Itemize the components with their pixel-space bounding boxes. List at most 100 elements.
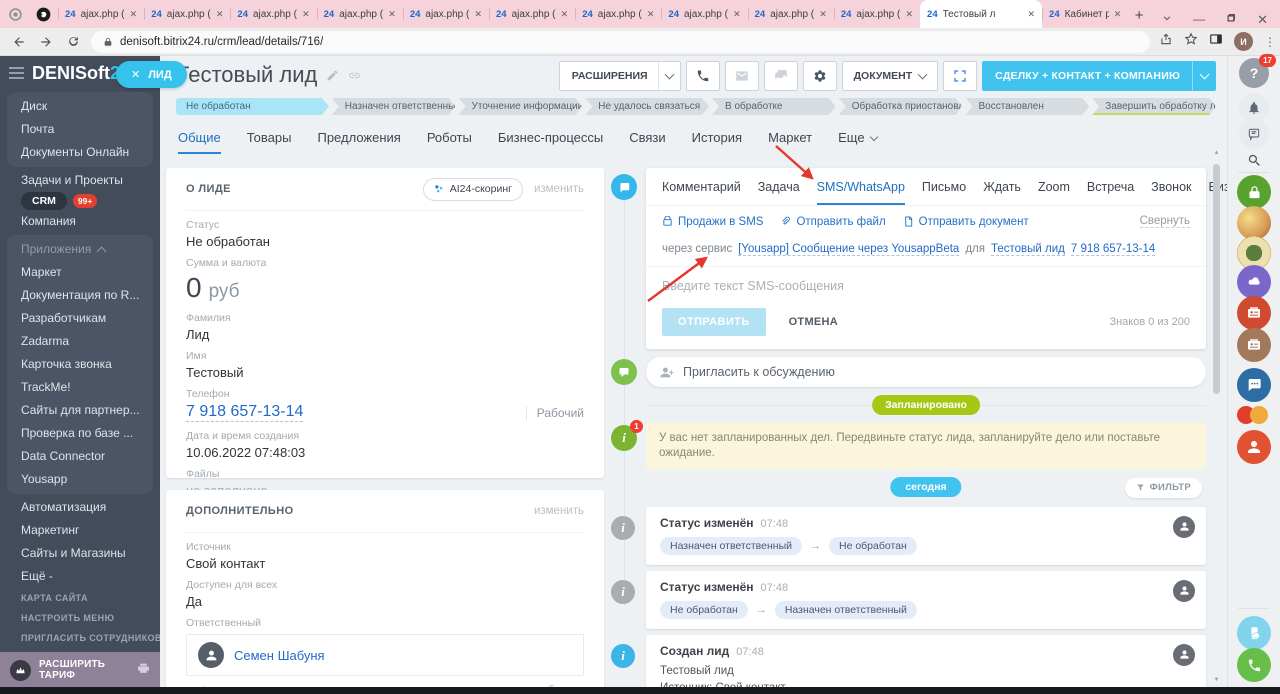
lead-tab[interactable]: Общие [178, 130, 221, 154]
email-button[interactable] [725, 61, 759, 91]
tab-close-icon[interactable]: ✕ [905, 9, 913, 20]
team-avatar[interactable] [1237, 206, 1271, 240]
address-bar[interactable]: denisoft.bitrix24.ru/crm/lead/details/71… [91, 31, 1150, 53]
sidebar-item[interactable]: Документы Онлайн [7, 141, 153, 164]
lead-tab[interactable]: Бизнес-процессы [498, 130, 603, 154]
chat-button[interactable] [764, 61, 798, 91]
entry-author-avatar[interactable] [1173, 516, 1195, 538]
browser-tab[interactable]: 24 ajax.php (53 ✕ [834, 0, 920, 28]
printer-icon[interactable] [137, 662, 150, 678]
window-maximize-button[interactable] [1226, 10, 1236, 28]
menu-burger-icon[interactable] [9, 72, 24, 74]
crm-red-app-icon[interactable] [1237, 296, 1271, 330]
tab-close-icon[interactable]: ✕ [474, 9, 482, 20]
activity-tab[interactable]: Zoom [1038, 168, 1070, 205]
today-badge[interactable]: сегодня [890, 477, 961, 497]
browser-tab[interactable]: 24 ajax.php (61 ✕ [58, 0, 144, 28]
sidebar-item[interactable]: Ещё - [0, 565, 160, 588]
ai-scoring-button[interactable]: AI24-скоринг [423, 178, 523, 201]
create-deal-contact-company-button[interactable]: СДЕЛКУ + КОНТАКТ + КОМПАНИЮ [982, 61, 1216, 91]
tab-close-icon[interactable]: ✕ [130, 9, 138, 20]
sms-service-link[interactable]: [Yousapp] Сообщение через YousappBeta [738, 243, 959, 256]
sidebar-item[interactable]: Документация по R... [7, 284, 153, 307]
crm-pill[interactable]: CRM [21, 192, 67, 210]
document-button[interactable]: ДОКУМЕНТ [842, 61, 939, 91]
tab-search-chevron-icon[interactable] [1162, 10, 1172, 28]
sidebar-item[interactable]: Маркет [7, 261, 153, 284]
side-panel-icon[interactable] [1209, 32, 1223, 51]
extensions-button[interactable]: РАСШИРЕНИЯ [559, 61, 681, 91]
sidebar-item[interactable]: Маркетинг [0, 519, 160, 542]
pipeline-stage[interactable]: В обработке [712, 98, 836, 115]
browser-tab[interactable]: 24 ajax.php (61 ✕ [489, 0, 575, 28]
activity-tab[interactable]: SMS/WhatsApp [817, 168, 905, 205]
browser-tab[interactable]: 24 ajax.php (42 ✕ [230, 0, 316, 28]
bookmark-star-icon[interactable] [1184, 32, 1198, 51]
sidebar-item-company[interactable]: Компания [0, 210, 160, 233]
crm-brown-app-icon[interactable] [1237, 328, 1271, 362]
sidebar-item[interactable]: TrackMe! [7, 376, 153, 399]
scrollbar-thumb[interactable] [1213, 164, 1220, 394]
timeline-scrollbar[interactable]: ▲ ▼ [1212, 150, 1221, 683]
lead-tab[interactable]: Роботы [427, 130, 472, 154]
timeline-entry[interactable]: i Статус изменён 07:48 Назначен ответств… [606, 507, 1206, 565]
lead-tab[interactable]: Предложения [317, 130, 400, 154]
sidebar-item-tasks[interactable]: Задачи и Проекты [0, 169, 160, 192]
extensions-dropdown[interactable] [658, 62, 680, 90]
pipeline-stage[interactable]: Завершить обработку ли... [1092, 98, 1216, 115]
tab-close-icon[interactable]: ✕ [647, 9, 655, 20]
cancel-button[interactable]: ОТМЕНА [783, 315, 844, 329]
tab-close-icon[interactable]: ✕ [388, 9, 396, 20]
pipeline-stage[interactable]: Назначен ответственный [332, 98, 456, 115]
close-icon[interactable]: ✕ [131, 68, 140, 81]
activity-tab[interactable]: Звонок [1151, 168, 1191, 205]
sidebar-footer-link[interactable]: ПРИГЛАСИТЬ СОТРУДНИКОВ [0, 628, 160, 648]
lead-tab[interactable]: Связи [629, 130, 665, 154]
sms-recipient-link[interactable]: Тестовый лид [991, 243, 1065, 256]
forward-icon[interactable] [37, 33, 55, 51]
invite-discussion-input[interactable]: Пригласить к обсуждению [646, 357, 1206, 387]
tab-close-icon[interactable]: ✕ [561, 9, 569, 20]
responsible-box[interactable]: Семен Шабуня [186, 634, 584, 676]
pipeline-stage[interactable]: Обработка приостановле... [839, 98, 963, 115]
sidebar-item[interactable]: Data Connector [7, 445, 153, 468]
sum-value[interactable]: 0 [186, 272, 202, 303]
edit-additional-link[interactable]: изменить [534, 505, 584, 517]
tab-close-icon[interactable]: ✕ [819, 9, 827, 20]
activity-tab[interactable]: Письмо [922, 168, 966, 205]
send-button[interactable]: ОТПРАВИТЬ [662, 308, 766, 336]
lead-tab[interactable]: Маркет [768, 130, 812, 154]
security-lock-app-icon[interactable] [1237, 175, 1271, 209]
window-close-button[interactable]: ✕ [1257, 13, 1268, 26]
search-icon[interactable] [1239, 145, 1269, 175]
sidebar-section-apps[interactable]: Приложения [7, 238, 153, 261]
timeline-entry[interactable]: i Создан лид 07:48 Тестовый лид Источник… [606, 635, 1206, 687]
window-minimize-button[interactable]: — [1193, 13, 1205, 25]
tab-close-icon[interactable]: ✕ [216, 9, 224, 20]
sidebar-item-crm[interactable]: CRM 99+ [0, 192, 160, 210]
responsible-name-link[interactable]: Семен Шабуня [234, 648, 325, 663]
pipeline-stage[interactable]: Не удалось связаться [585, 98, 709, 115]
lead-tab[interactable]: Еще [838, 130, 876, 154]
sidebar-footer-link[interactable]: КАРТА САЙТА [0, 588, 160, 608]
lead-tag-pill[interactable]: ✕ ЛИД [116, 61, 187, 88]
sms-text-input[interactable] [646, 267, 1206, 306]
phone-link[interactable]: 7 918 657-13-14 [186, 403, 303, 422]
pipeline-stage[interactable]: Уточнение информации [459, 98, 583, 115]
new-tab-button[interactable]: + [1128, 2, 1150, 28]
cloud-time-app-icon[interactable] [1237, 265, 1271, 299]
create-dropdown[interactable] [1192, 61, 1216, 91]
entry-author-avatar[interactable] [1173, 580, 1195, 602]
browser-tab[interactable]: 24 ajax.php (64 ✕ [144, 0, 230, 28]
call-app-icon[interactable] [1237, 648, 1271, 682]
payments-app-icon[interactable] [1237, 404, 1271, 426]
activity-tab[interactable]: Комментарий [662, 168, 741, 205]
tab-close-icon[interactable]: ✕ [1027, 9, 1035, 20]
sidebar-footer-link[interactable]: НАСТРОИТЬ МЕНЮ [0, 608, 160, 628]
sms-phone-link[interactable]: 7 918 657-13-14 [1071, 243, 1155, 256]
browser-profile-avatar[interactable]: И [1234, 32, 1253, 51]
edit-about-link[interactable]: изменить [534, 183, 584, 195]
scroll-down-icon[interactable]: ▼ [1212, 677, 1221, 683]
browser-menu-icon[interactable]: ⋮ [1264, 40, 1268, 44]
sidebar-item[interactable]: Проверка по базе ... [7, 422, 153, 445]
